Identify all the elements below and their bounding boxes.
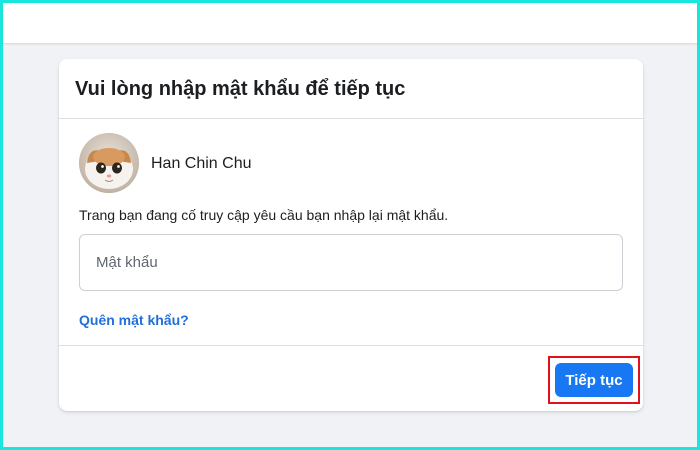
top-navigation-bar xyxy=(3,3,697,44)
forgot-password-link[interactable]: Quên mật khẩu? xyxy=(79,311,189,329)
dialog-header: Vui lòng nhập mật khẩu để tiếp tục xyxy=(59,59,643,119)
dialog-title: Vui lòng nhập mật khẩu để tiếp tục xyxy=(75,78,406,100)
dialog-description: Trang bạn đang cố truy cập yêu cầu bạn n… xyxy=(79,207,449,223)
password-confirm-dialog: Vui lòng nhập mật khẩu để tiếp tục Han C… xyxy=(59,59,643,411)
footer-divider xyxy=(59,345,643,346)
cat-avatar-icon xyxy=(79,133,139,193)
password-input[interactable] xyxy=(79,234,623,291)
screenshot-frame: Vui lòng nhập mật khẩu để tiếp tục Han C… xyxy=(0,0,700,450)
continue-button[interactable]: Tiếp tục xyxy=(555,363,633,397)
user-avatar xyxy=(79,133,139,193)
user-name: Han Chin Chu xyxy=(151,155,252,172)
